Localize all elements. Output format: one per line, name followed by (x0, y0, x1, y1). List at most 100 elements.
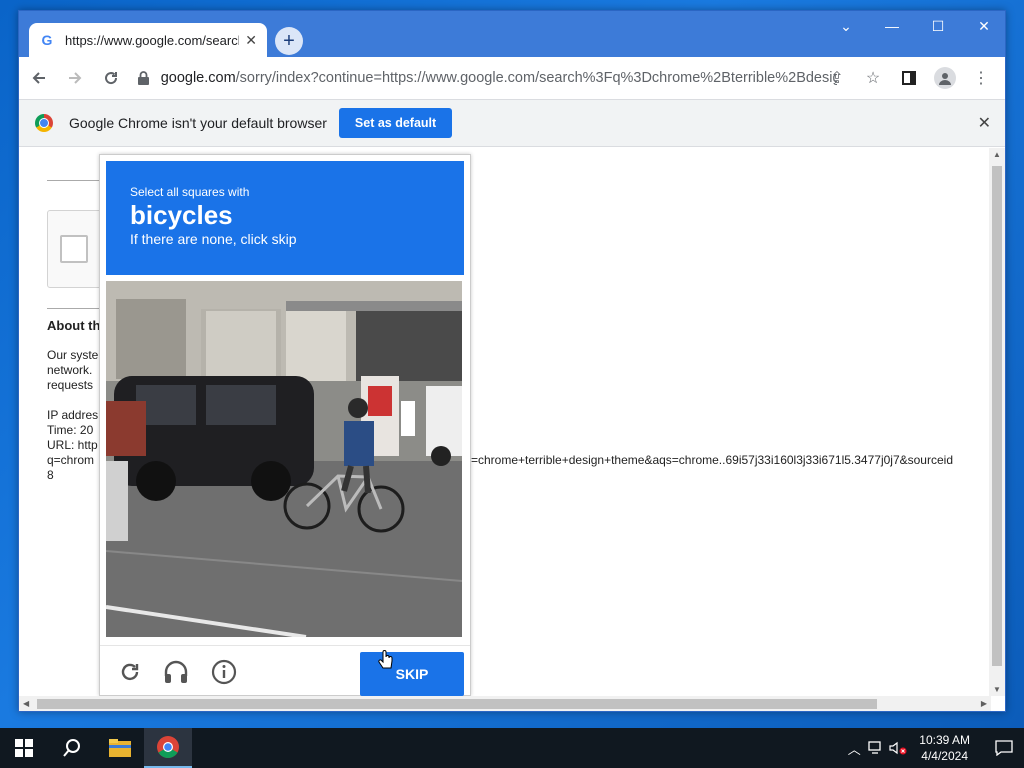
recaptcha-widget (47, 210, 107, 288)
search-button[interactable] (48, 728, 96, 768)
back-button[interactable] (23, 62, 55, 94)
about-line: Our syste (47, 348, 99, 362)
clock[interactable]: 10:39 AM 4/4/2024 (919, 732, 970, 764)
ip-address-line: IP addres (47, 408, 99, 422)
tab-close-icon[interactable]: ✕ (245, 32, 257, 49)
folder-icon (109, 739, 131, 757)
grid-tile-1[interactable] (106, 281, 194, 369)
captcha-hint: If there are none, click skip (130, 231, 297, 247)
show-hidden-icons-chevron-icon[interactable]: ︿ (843, 728, 865, 768)
network-icon[interactable] (865, 728, 887, 768)
file-explorer-button[interactable] (96, 728, 144, 768)
grid-tile-10[interactable] (196, 460, 284, 548)
url-path: /sorry/index?continue=https://www.google… (235, 70, 837, 86)
default-browser-infobar: Google Chrome isn't your default browser… (19, 99, 1005, 147)
grid-tile-8[interactable] (375, 371, 463, 459)
set-as-default-button[interactable]: Set as default (338, 108, 453, 138)
grid-tile-3[interactable] (285, 281, 373, 369)
vertical-scroll-thumb[interactable] (992, 166, 1002, 666)
captcha-challenge-dialog: Select all squares with bicycles If ther… (99, 154, 471, 696)
reload-challenge-icon[interactable] (116, 658, 144, 686)
toolbar-actions: ⇪ ☆ ⋮ (821, 63, 997, 93)
new-tab-button[interactable]: + (275, 27, 303, 55)
scroll-up-arrow-icon[interactable]: ▲ (993, 150, 1001, 159)
recaptcha-checkbox[interactable] (60, 235, 88, 263)
vertical-scrollbar[interactable]: ▲ ▼ (989, 148, 1005, 696)
grid-tile-4[interactable] (375, 281, 463, 369)
grid-tile-15[interactable] (285, 550, 373, 638)
grid-tile-12[interactable] (375, 460, 463, 548)
url-tail-text: =chrome+terrible+design+theme&aqs=chrome… (471, 453, 953, 467)
audio-challenge-headphones-icon[interactable] (162, 658, 190, 686)
clock-time: 10:39 AM (919, 733, 970, 747)
captcha-image-grid (106, 281, 462, 637)
grid-tile-5[interactable] (106, 371, 194, 459)
reload-button[interactable] (95, 62, 127, 94)
windows-logo-icon (15, 739, 33, 757)
back-arrow-icon (32, 72, 45, 84)
info-line: 8 (47, 468, 54, 482)
horizontal-scrollbar[interactable]: ◀ ▶ (19, 696, 991, 711)
url-text: google.com/sorry/index?continue=https://… (161, 70, 837, 86)
browser-window: G https://www.google.com/search?q ✕ + ⌄ … (18, 10, 1006, 712)
notifications-icon[interactable] (984, 728, 1024, 768)
reload-icon (105, 72, 118, 85)
about-heading: About th (47, 318, 101, 333)
volume-muted-icon[interactable] (887, 728, 909, 768)
browser-toolbar: google.com/sorry/index?continue=https://… (19, 57, 1005, 99)
skip-button[interactable]: SKIP (360, 652, 464, 696)
grid-tile-7[interactable] (285, 371, 373, 459)
scroll-right-arrow-icon[interactable]: ▶ (981, 699, 987, 708)
tab-search-icon[interactable]: ⌄ (823, 11, 869, 41)
chrome-taskbar-button[interactable] (144, 728, 192, 768)
grid-tile-11[interactable] (285, 460, 373, 548)
captcha-footer: SKIP (100, 645, 470, 696)
forward-arrow-icon (69, 72, 82, 84)
infobar-message: Google Chrome isn't your default browser (69, 115, 327, 131)
divider (47, 308, 107, 309)
infobar-close-icon[interactable]: ✕ (978, 113, 991, 133)
clock-date: 4/4/2024 (921, 749, 968, 763)
captcha-header: Select all squares with bicycles If ther… (106, 161, 464, 275)
url-host: google.com (160, 70, 236, 86)
minimize-button[interactable]: — (869, 11, 915, 41)
grid-tile-9[interactable] (106, 460, 194, 548)
title-bar: G https://www.google.com/search?q ✕ + ⌄ … (19, 11, 1005, 57)
info-icon[interactable] (210, 658, 238, 686)
query-line: q=chrom (47, 453, 95, 467)
grid-tile-16[interactable] (375, 550, 463, 638)
windows-taskbar: ︿ 10:39 AM 4/4/2024 (0, 728, 1024, 768)
divider (47, 180, 107, 181)
google-favicon-icon: G (41, 32, 53, 48)
horizontal-scroll-thumb[interactable] (37, 699, 877, 709)
grid-tile-2[interactable] (196, 281, 284, 369)
profile-avatar[interactable] (929, 63, 961, 93)
side-panel-icon[interactable] (893, 63, 925, 93)
captcha-instruction: Select all squares with (130, 185, 250, 199)
request-info: IP addres Time: 20 URL: http q=chrom 8 (47, 408, 107, 483)
address-bar[interactable]: google.com/sorry/index?continue=https://… (137, 63, 837, 93)
grid-tile-6[interactable] (196, 371, 284, 459)
bookmark-star-icon[interactable]: ☆ (857, 63, 889, 93)
avatar-icon (934, 67, 956, 89)
chrome-icon (157, 736, 179, 758)
chrome-logo-icon (35, 114, 53, 132)
close-window-button[interactable]: ✕ (961, 11, 1005, 41)
scroll-down-arrow-icon[interactable]: ▼ (993, 685, 1001, 694)
hand-pointer-cursor-icon (378, 650, 393, 669)
maximize-button[interactable]: ☐ (915, 11, 961, 41)
browser-tab[interactable]: G https://www.google.com/search?q ✕ (29, 23, 267, 57)
captcha-target: bicycles (130, 200, 233, 230)
share-icon[interactable]: ⇪ (821, 63, 853, 93)
scroll-left-arrow-icon[interactable]: ◀ (23, 699, 29, 708)
menu-kebab-icon[interactable]: ⋮ (965, 63, 997, 93)
tab-title: https://www.google.com/search?q (65, 32, 239, 48)
grid-tile-14[interactable] (196, 550, 284, 638)
start-button[interactable] (0, 728, 48, 768)
grid-tile-13[interactable] (106, 550, 194, 638)
url-line: URL: http (47, 438, 98, 452)
page-content: About th Our syste network. requests IP … (19, 148, 991, 696)
forward-button[interactable] (59, 62, 91, 94)
about-line: requests (47, 378, 94, 392)
about-paragraph: Our syste network. requests (47, 348, 107, 393)
